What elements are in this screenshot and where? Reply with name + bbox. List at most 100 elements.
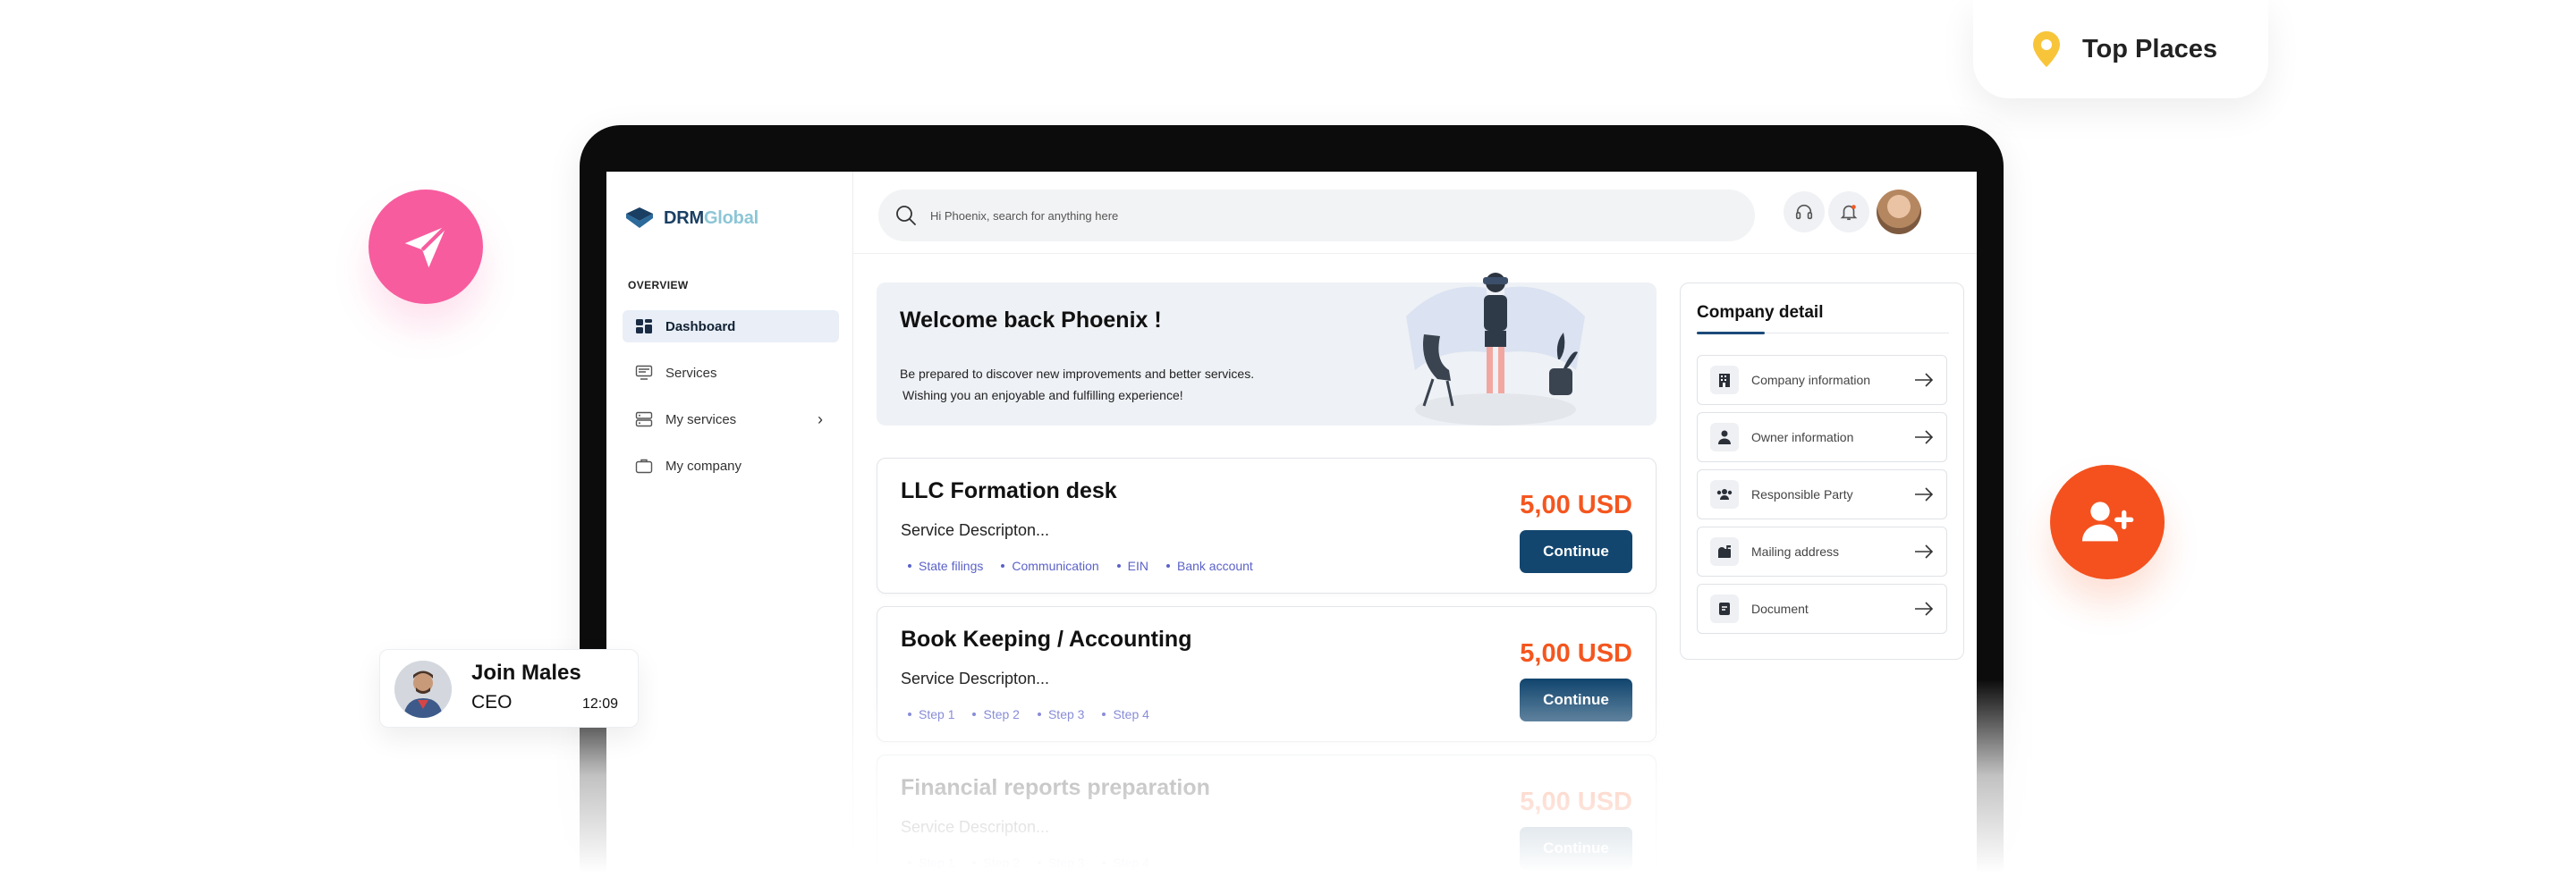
bell-icon <box>1840 205 1858 221</box>
sidebar-item-label: My company <box>665 458 742 474</box>
company-detail-panel: Company detail Company information Owner… <box>1680 283 1964 660</box>
service-tags: State filings Communication EIN Bank acc… <box>908 559 1253 573</box>
brand-name: DRMGlobal <box>664 208 758 229</box>
service-tag[interactable]: Step 2 <box>972 707 1019 721</box>
arrow-right-icon <box>1915 373 1934 387</box>
company-item-responsible-party[interactable]: Responsible Party <box>1697 469 1947 519</box>
app-screen: DRMGlobal OVERVIEW Dashboard Services My… <box>606 172 1977 894</box>
service-tag[interactable]: Step 1 <box>908 856 954 870</box>
join-avatar <box>394 661 452 718</box>
send-icon <box>404 224 448 268</box>
group-icon <box>1710 480 1739 509</box>
search-bar[interactable] <box>878 190 1755 241</box>
service-title: Book Keeping / Accounting <box>901 627 1192 652</box>
building-icon <box>1710 366 1739 394</box>
sidebar-item-services[interactable]: Services <box>623 357 839 389</box>
sidebar-item-my-services[interactable]: My services › <box>623 403 839 435</box>
brand-name-primary: DRM <box>664 207 704 228</box>
arrow-right-icon <box>1915 544 1934 559</box>
service-card-financial-reports[interactable]: Financial reports preparation Service De… <box>877 755 1657 890</box>
company-item-owner-information[interactable]: Owner information <box>1697 412 1947 462</box>
company-item-label: Company information <box>1751 373 1871 387</box>
brand-name-secondary: Global <box>703 207 758 228</box>
join-role: CEO <box>471 692 513 713</box>
service-tag[interactable]: State filings <box>908 559 983 573</box>
top-places-label: Top Places <box>2082 34 2217 63</box>
service-tag[interactable]: Step 2 <box>972 856 1019 870</box>
service-tag[interactable]: Step 1 <box>908 707 954 721</box>
arrow-right-icon <box>1915 430 1934 444</box>
join-time: 12:09 <box>581 696 618 712</box>
sidebar-item-label: Services <box>665 365 717 381</box>
marketing-stage: Top Places DRMGlobal OVERVIEW Dashboard … <box>0 0 2576 894</box>
continue-button[interactable]: Continue <box>1520 679 1632 721</box>
company-item-document[interactable]: Document <box>1697 584 1947 634</box>
service-title: Financial reports preparation <box>901 775 1210 800</box>
support-button[interactable] <box>1784 191 1825 232</box>
sidebar: DRMGlobal OVERVIEW Dashboard Services My… <box>606 172 853 894</box>
arrow-right-icon <box>1915 602 1934 616</box>
sidebar-item-label: Dashboard <box>665 318 736 334</box>
add-user-icon <box>2082 502 2134 542</box>
mailbox-icon <box>1710 537 1739 566</box>
chevron-right-icon: › <box>818 409 823 428</box>
company-item-label: Document <box>1751 602 1809 616</box>
sidebar-item-dashboard[interactable]: Dashboard <box>623 310 839 342</box>
continue-button[interactable]: Continue <box>1520 827 1632 870</box>
welcome-message-line-1: Be prepared to discover new improvements… <box>900 367 1255 381</box>
continue-button[interactable]: Continue <box>1520 530 1632 573</box>
service-tags: Step 1 Step 2 Step 3 Step 4 <box>908 707 1149 721</box>
add-user-button[interactable] <box>2050 465 2165 579</box>
company-detail-title: Company detail <box>1697 303 1824 322</box>
section-label-overview: OVERVIEW <box>628 279 689 291</box>
service-price: 5,00 USD <box>1520 491 1632 519</box>
sidebar-nav: Dashboard Services My services › My comp… <box>623 310 839 496</box>
service-tag[interactable]: Bank account <box>1166 559 1253 573</box>
my-services-icon <box>635 411 653 427</box>
user-avatar[interactable] <box>1877 190 1921 234</box>
service-price: 5,00 USD <box>1520 639 1632 668</box>
drm-logo-icon <box>626 207 653 228</box>
company-item-label: Mailing address <box>1751 544 1840 559</box>
welcome-banner: Welcome back Phoenix ! Be prepared to di… <box>877 273 1657 426</box>
service-price: 5,00 USD <box>1520 788 1632 816</box>
person-icon <box>1710 423 1739 451</box>
service-title: LLC Formation desk <box>901 478 1117 503</box>
headset-icon <box>1795 204 1813 220</box>
top-bar <box>853 172 1977 254</box>
company-item-label: Owner information <box>1751 430 1854 444</box>
location-pin-icon <box>2033 31 2060 67</box>
company-title-underline <box>1697 332 1765 334</box>
send-button[interactable] <box>369 190 483 304</box>
search-icon <box>896 206 916 225</box>
top-places-card[interactable]: Top Places <box>1973 0 2268 98</box>
service-tags: Step 1 Step 2 Step 3 Step 4 <box>908 856 1149 870</box>
service-tag[interactable]: Step 3 <box>1038 856 1084 870</box>
service-tag[interactable]: Step 3 <box>1038 707 1084 721</box>
service-description: Service Descripton... <box>901 818 1050 836</box>
service-tag[interactable]: Step 4 <box>1102 707 1148 721</box>
company-item-company-information[interactable]: Company information <box>1697 355 1947 405</box>
service-description: Service Descripton... <box>901 521 1050 539</box>
welcome-message-line-2: Wishing you an enjoyable and fulfilling … <box>902 388 1183 402</box>
arrow-right-icon <box>1915 487 1934 502</box>
company-item-mailing-address[interactable]: Mailing address <box>1697 527 1947 577</box>
document-icon <box>1710 595 1739 623</box>
brand-logo[interactable]: DRMGlobal <box>624 206 758 231</box>
company-item-label: Responsible Party <box>1751 487 1853 502</box>
welcome-title: Welcome back Phoenix ! <box>900 308 1162 333</box>
join-name: Join Males <box>471 661 581 685</box>
dashboard-icon <box>636 319 652 333</box>
service-tag[interactable]: Communication <box>1001 559 1098 573</box>
sidebar-item-my-company[interactable]: My company <box>623 450 839 482</box>
service-tag[interactable]: Step 4 <box>1102 856 1148 870</box>
services-icon <box>635 365 653 380</box>
service-tag[interactable]: EIN <box>1117 559 1148 573</box>
service-card-book-keeping[interactable]: Book Keeping / Accounting Service Descri… <box>877 606 1657 742</box>
search-input[interactable] <box>930 208 1646 223</box>
service-card-llc-formation[interactable]: LLC Formation desk Service Descripton...… <box>877 458 1657 594</box>
briefcase-icon <box>635 459 653 474</box>
notifications-button[interactable] <box>1828 191 1869 232</box>
join-card[interactable]: Join Males CEO 12:09 <box>379 649 639 728</box>
laptop-frame: DRMGlobal OVERVIEW Dashboard Services My… <box>580 125 2004 894</box>
